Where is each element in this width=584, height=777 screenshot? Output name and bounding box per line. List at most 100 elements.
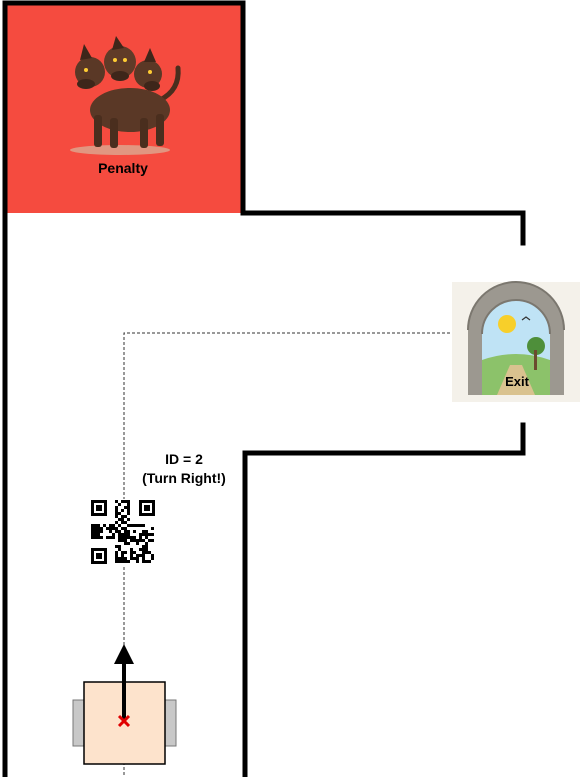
qr-module [121, 533, 124, 536]
qr-module [97, 533, 100, 536]
qr-module [118, 545, 121, 548]
qr-module [136, 542, 139, 545]
qr-module [94, 533, 97, 536]
qr-module [118, 557, 121, 560]
qr-module [91, 530, 94, 533]
qr-module [115, 554, 118, 557]
qr-module [142, 524, 145, 527]
qr-module [136, 539, 139, 542]
qr-module [127, 500, 130, 503]
qr-module [97, 536, 100, 539]
qr-module [127, 533, 130, 536]
qr-module [148, 533, 151, 536]
qr-module [130, 554, 133, 557]
qr-module [100, 536, 103, 539]
qr-module [106, 536, 109, 539]
qr-module [124, 551, 127, 554]
qr-module [118, 548, 121, 551]
robot-right-wheel [164, 699, 177, 747]
qr-module [145, 551, 148, 554]
qr-module [145, 560, 148, 563]
qr-module [118, 512, 121, 515]
qr-module [151, 557, 154, 560]
qr-module [112, 536, 115, 539]
qr-module [148, 551, 151, 554]
qr-module [124, 530, 127, 533]
qr-module [127, 506, 130, 509]
qr-module [91, 533, 94, 536]
robot-left-wheel [72, 699, 85, 747]
qr-module [121, 518, 124, 521]
qr-module [115, 512, 118, 515]
qr-module [136, 560, 139, 563]
qr-module [133, 530, 136, 533]
robot-top-view-icon [72, 644, 177, 765]
qr-code-icon [90, 499, 156, 565]
qr-module [124, 506, 127, 509]
qr-module [124, 560, 127, 563]
qr-module [127, 518, 130, 521]
qr-module [127, 512, 130, 515]
qr-module [130, 536, 133, 539]
marker-instruction: (Turn Right!) [142, 470, 226, 486]
qr-module [145, 548, 148, 551]
qr-module [109, 524, 112, 527]
qr-module [139, 548, 142, 551]
qr-module [151, 527, 154, 530]
qr-module [115, 530, 118, 533]
qr-module [130, 557, 133, 560]
qr-module [94, 527, 97, 530]
qr-module [136, 557, 139, 560]
qr-module [100, 527, 103, 530]
qr-module [139, 554, 142, 557]
qr-module [145, 530, 148, 533]
qr-module [115, 509, 118, 512]
qr-module [100, 530, 103, 533]
qr-module [133, 524, 136, 527]
qr-module [124, 521, 127, 524]
qr-module [118, 518, 121, 521]
qr-module [115, 500, 118, 503]
qr-module [124, 527, 127, 530]
qr-module [103, 524, 106, 527]
qr-module [121, 560, 124, 563]
qr-module [130, 548, 133, 551]
qr-module [121, 554, 124, 557]
qr-module [115, 551, 118, 554]
qr-module [139, 539, 142, 542]
qr-module [127, 560, 130, 563]
qr-module [121, 551, 124, 554]
qr-module [118, 530, 121, 533]
qr-module [124, 500, 127, 503]
qr-module [142, 557, 145, 560]
qr-module [130, 551, 133, 554]
qr-module [127, 536, 130, 539]
qr-module [145, 536, 148, 539]
qr-module [124, 557, 127, 560]
exit-label: Exit [505, 374, 529, 389]
qr-module [121, 509, 124, 512]
qr-module [133, 551, 136, 554]
qr-module [106, 527, 109, 530]
qr-module [142, 533, 145, 536]
qr-module [124, 515, 127, 518]
qr-module [121, 539, 124, 542]
qr-module [115, 527, 118, 530]
qr-module [145, 545, 148, 548]
qr-module [112, 524, 115, 527]
qr-module [145, 542, 148, 545]
qr-module [118, 539, 121, 542]
qr-module [136, 554, 139, 557]
qr-module [127, 503, 130, 506]
qr-module [142, 548, 145, 551]
qr-module [118, 560, 121, 563]
qr-module [115, 506, 118, 509]
qr-module [121, 557, 124, 560]
qr-module [109, 530, 112, 533]
qr-module [133, 539, 136, 542]
heading-arrowhead [114, 644, 134, 664]
qr-module [112, 527, 115, 530]
qr-module [151, 554, 154, 557]
qr-module [151, 533, 154, 536]
qr-module [94, 530, 97, 533]
